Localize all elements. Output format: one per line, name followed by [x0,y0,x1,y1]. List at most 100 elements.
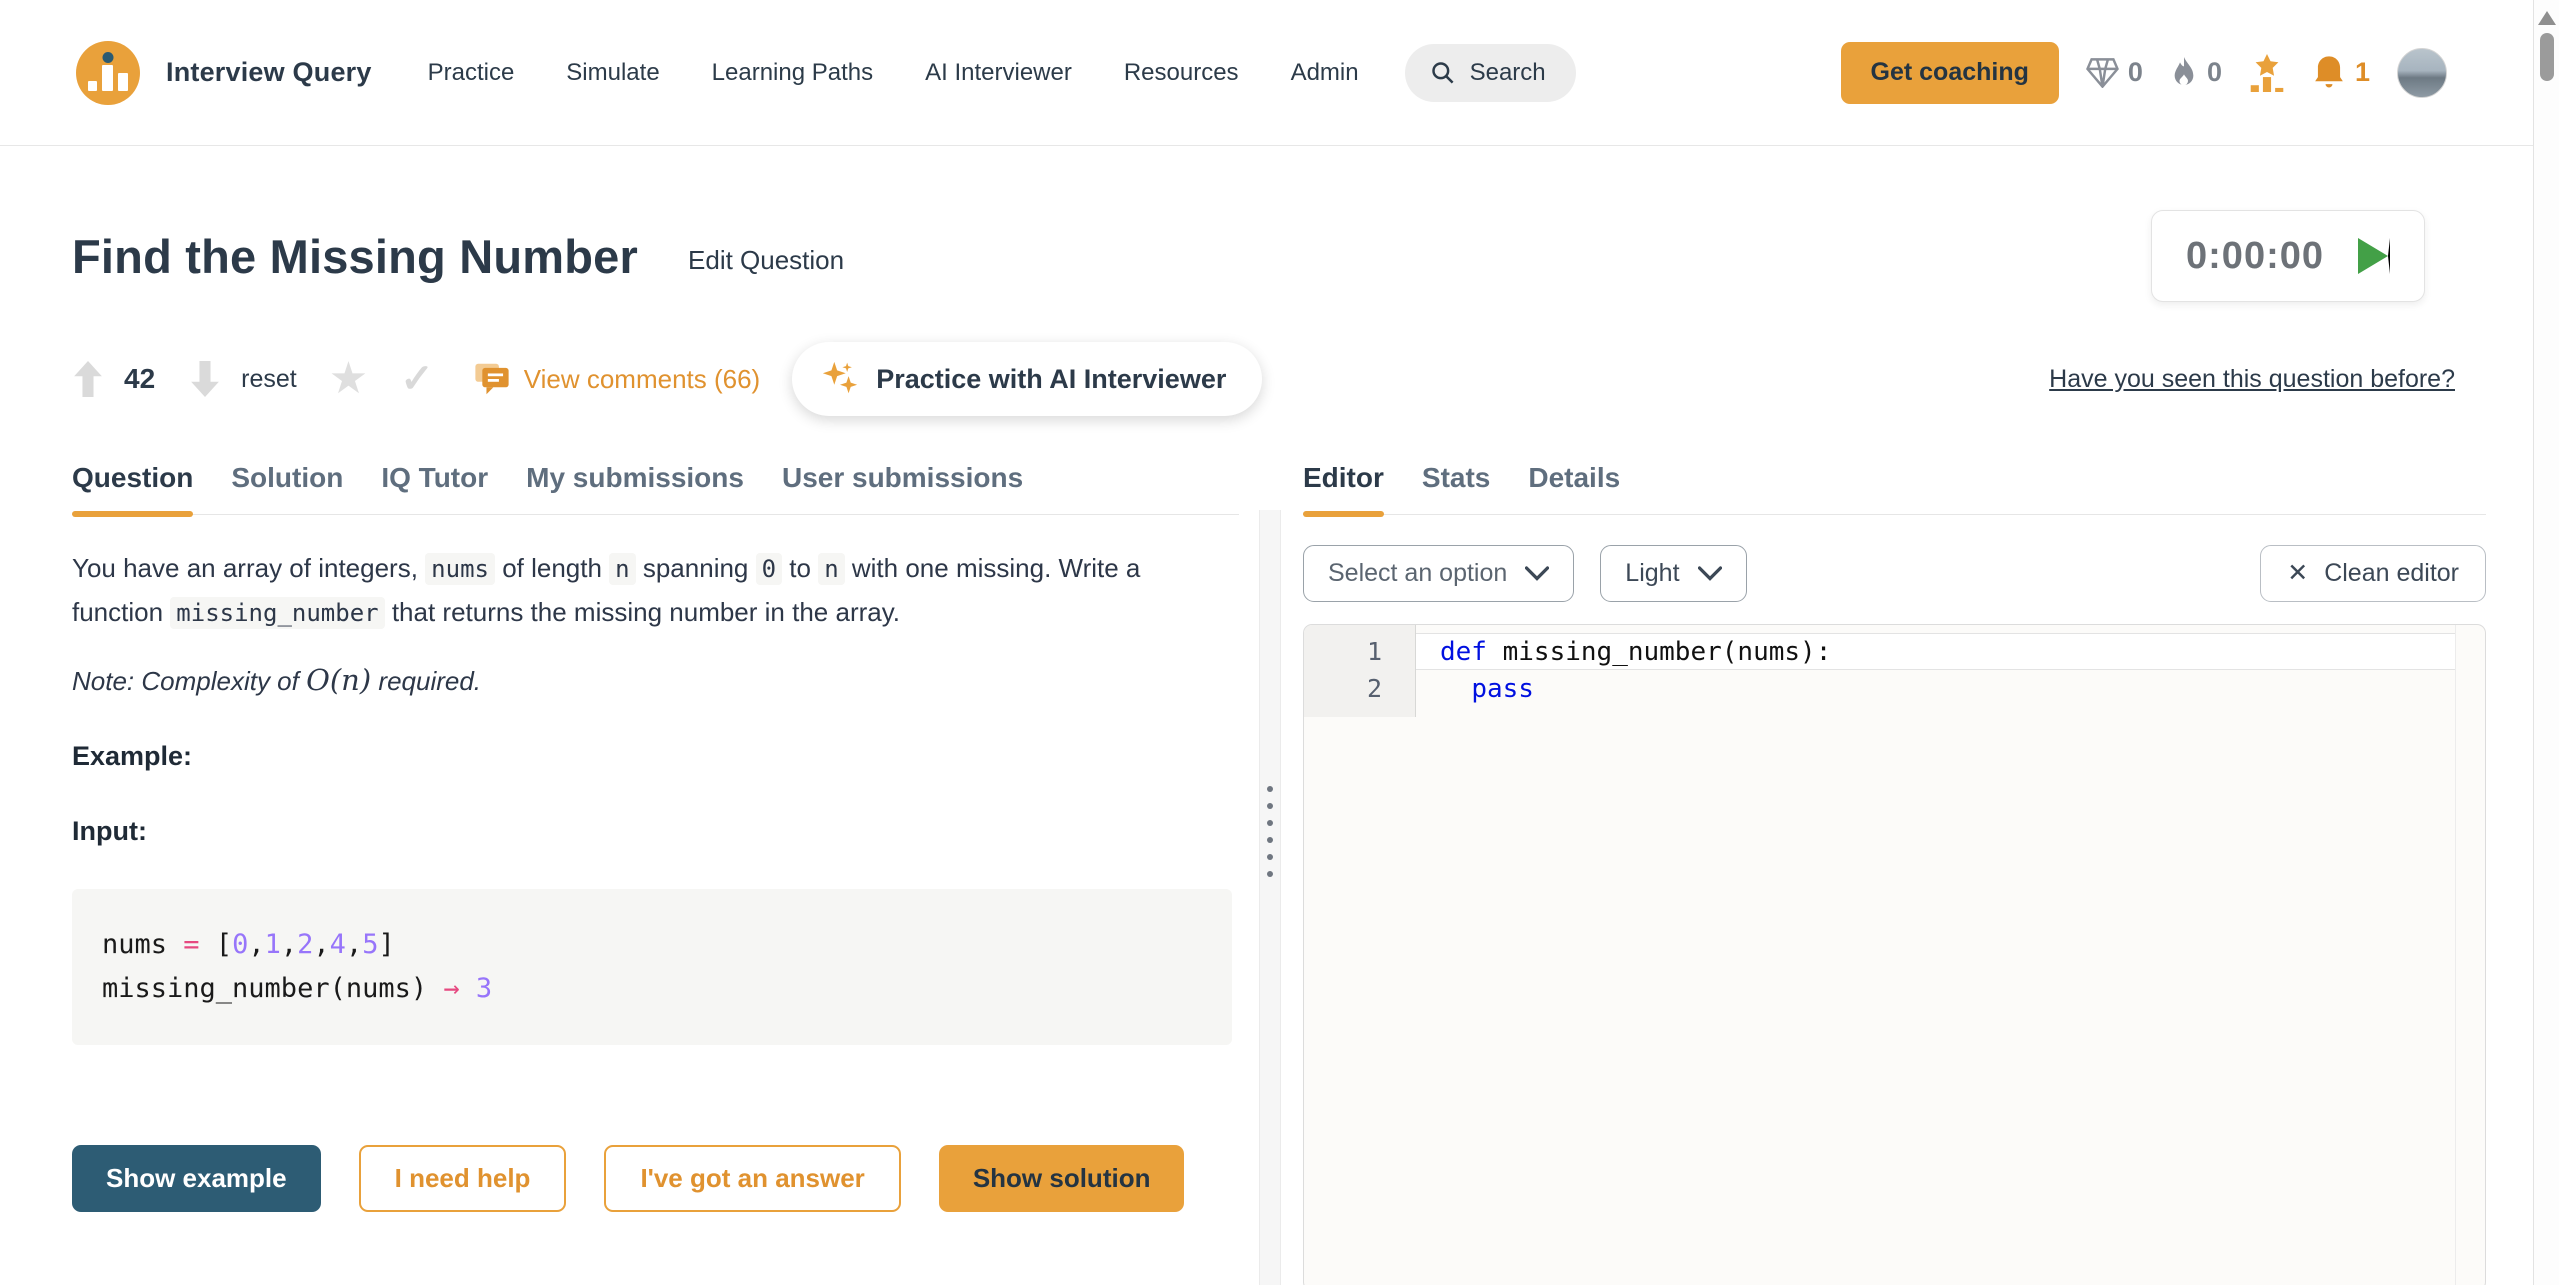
search-icon [1429,59,1456,86]
language-select[interactable]: Select an option [1303,545,1574,602]
got-answer-button[interactable]: I've got an answer [604,1145,900,1212]
inline-code-n: n [609,553,635,585]
tab-my-submissions[interactable]: My submissions [526,462,744,514]
action-buttons-row: Show example I need help I've got an ans… [72,1145,1239,1212]
example-code-line-1: nums = [0,1,2,4,5] [102,923,1202,967]
favorite-star-icon[interactable]: ★ [329,357,368,401]
theme-select[interactable]: Light [1600,545,1746,602]
example-code-block: nums = [0,1,2,4,5] missing_number(nums) … [72,889,1232,1045]
clean-editor-label: Clean editor [2324,559,2459,588]
tab-user-submissions[interactable]: User submissions [782,462,1023,514]
editor-panel: Editor Stats Details Select an option Li… [1281,462,2559,1285]
nav-item-admin[interactable]: Admin [1291,59,1359,87]
diamond-counter[interactable]: 0 [2086,57,2143,88]
tab-editor[interactable]: Editor [1303,462,1384,514]
inline-code-zero: 0 [756,553,782,585]
search-button[interactable]: Search [1405,44,1576,102]
scrollbar-thumb[interactable] [2540,33,2554,81]
input-heading: Input: [72,816,1239,847]
editor-content[interactable]: 1 def missing_number(nums): 2 pass [1304,625,2485,707]
big-o-formula: O(n) [306,663,371,697]
sparkle-icon [820,359,860,399]
question-tabs: Question Solution IQ Tutor My submission… [72,462,1239,515]
nav-item-learning-paths[interactable]: Learning Paths [712,59,873,87]
vote-count: 42 [124,363,155,395]
timer-card: 0:00:00 [2151,210,2425,302]
question-panel: Question Solution IQ Tutor My submission… [0,462,1259,1285]
top-navbar: Interview Query Practice Simulate Learni… [0,0,2559,146]
nav-item-resources[interactable]: Resources [1124,59,1239,87]
chevron-down-icon [1525,566,1549,582]
downvote-arrow-icon [189,361,221,397]
reset-vote-link[interactable]: reset [241,365,297,394]
timer-value: 0:00:00 [2186,235,2324,278]
theme-select-value: Light [1625,559,1679,588]
user-avatar[interactable] [2397,48,2447,98]
panel-resize-handle[interactable] [1259,510,1281,1285]
drag-dots-icon [1267,786,1273,877]
scrollbar-up-arrow-icon[interactable] [2538,11,2556,25]
notifications-button[interactable]: 1 [2312,55,2370,91]
leaderboard-link[interactable] [2249,54,2285,92]
nav-item-ai-interviewer[interactable]: AI Interviewer [925,59,1072,87]
upvote-arrow-icon [72,361,104,397]
tab-iq-tutor[interactable]: IQ Tutor [381,462,488,514]
language-select-value: Select an option [1328,559,1507,588]
downvote-button[interactable] [189,361,221,397]
example-heading: Example: [72,741,1239,772]
tab-question[interactable]: Question [72,462,193,514]
editor-tabs: Editor Stats Details [1303,462,2486,515]
line-number: 1 [1304,637,1416,666]
clean-editor-button[interactable]: ✕ Clean editor [2260,545,2486,602]
show-example-button[interactable]: Show example [72,1145,321,1212]
question-toolbar: 42 reset ★ ✓ View comments (66) [0,342,2559,416]
tab-solution[interactable]: Solution [231,462,343,514]
main-nav: Practice Simulate Learning Paths AI Inte… [428,59,1359,87]
view-comments-link[interactable]: View comments (66) [474,362,761,396]
split-panels: Question Solution IQ Tutor My submission… [0,462,2559,1285]
brand-logo[interactable]: Interview Query [76,41,372,105]
practice-ai-interviewer-button[interactable]: Practice with AI Interviewer [792,342,1262,416]
rank-star-icon [2249,54,2285,92]
diamond-icon [2086,58,2119,88]
tab-details[interactable]: Details [1528,462,1620,514]
editor-controls-row: Select an option Light ✕ Clean editor [1303,545,2486,602]
show-solution-button[interactable]: Show solution [939,1145,1185,1212]
edit-question-link[interactable]: Edit Question [688,245,844,276]
flame-icon [2170,57,2198,89]
brand-name: Interview Query [166,57,372,88]
diamond-count: 0 [2128,57,2143,88]
close-icon: ✕ [2287,561,2308,586]
view-comments-label: View comments (66) [524,364,761,395]
question-body: You have an array of integers, nums of l… [72,547,1222,635]
page-scrollbar[interactable] [2533,0,2559,1285]
streak-counter[interactable]: 0 [2170,57,2222,89]
line-number: 2 [1304,674,1416,703]
streak-count: 0 [2207,57,2222,88]
code-text: def missing_number(nums): [1416,637,1831,667]
complexity-note: Note: Complexity of O(n) required. [72,663,1239,697]
nav-item-practice[interactable]: Practice [428,59,515,87]
play-timer-button[interactable] [2358,238,2390,274]
interview-query-logo-icon [76,41,140,105]
question-header: Find the Missing Number Edit Question 0:… [0,210,2559,302]
upvote-button[interactable] [72,361,104,397]
example-code-line-2: missing_number(nums) → 3 [102,967,1202,1011]
mark-done-check-icon[interactable]: ✓ [400,359,434,399]
need-help-button[interactable]: I need help [359,1145,567,1212]
seen-before-link[interactable]: Have you seen this question before? [2049,365,2455,394]
editor-line: 1 def missing_number(nums): [1304,633,2485,670]
inline-code-nums: nums [425,553,495,585]
code-editor[interactable]: 1 def missing_number(nums): 2 pass [1303,624,2486,1285]
page-title: Find the Missing Number [72,229,638,284]
inline-code-n2: n [818,553,844,585]
inline-code-missing-number: missing_number [170,597,384,629]
page: Interview Query Practice Simulate Learni… [0,0,2559,1285]
tab-stats[interactable]: Stats [1422,462,1490,514]
get-coaching-button[interactable]: Get coaching [1841,42,2059,104]
nav-item-simulate[interactable]: Simulate [566,59,659,87]
code-text: pass [1416,674,1534,704]
notification-count: 1 [2355,57,2370,88]
bell-icon [2312,55,2346,91]
search-label: Search [1470,59,1546,87]
